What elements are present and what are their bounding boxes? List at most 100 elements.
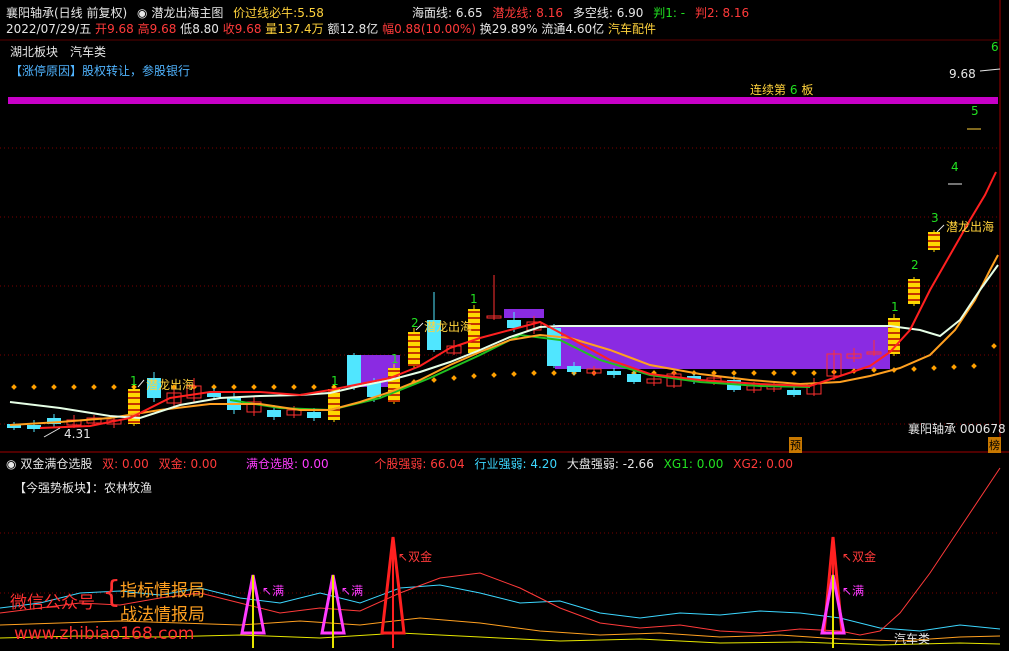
support-dot <box>971 363 977 369</box>
board-count: 6 <box>991 40 999 54</box>
board-count: 1 <box>331 374 339 388</box>
dragon-arrow-1 <box>137 379 145 388</box>
full-mark: ↖满 <box>262 584 285 598</box>
float-value: 4.60亿 <box>565 22 605 36</box>
consecutive-board-label: 连续第 6 板 <box>750 81 813 98</box>
support-dot <box>471 373 477 379</box>
volume-value: 137.4万 <box>277 22 324 36</box>
high-value: 9.68 <box>149 22 177 36</box>
support-dot <box>991 343 997 349</box>
region-block[interactable]: 湖北板块 <box>10 43 58 60</box>
support-dot <box>231 384 237 390</box>
limit-band <box>8 97 998 104</box>
support-dot <box>751 370 757 376</box>
sea-line-label: 海面线: <box>412 6 453 20</box>
board-count: 1 <box>470 292 478 306</box>
close-label: 收 <box>222 22 235 36</box>
support-dot <box>91 384 97 390</box>
price-break-value: 5.58 <box>297 6 324 20</box>
support-dot <box>491 372 497 378</box>
support-dot <box>531 370 537 376</box>
open-value: 9.68 <box>107 22 134 36</box>
full-label: 满仓选股: <box>246 457 299 471</box>
support-dot <box>951 364 957 370</box>
limit-up-candle <box>408 332 420 366</box>
indicator-values-row: 海面线: 6.65 潜龙线: 8.16 多空线: 6.90 判1: - 判2: … <box>412 4 749 21</box>
indicator-name[interactable]: 潜龙出海主图 <box>151 6 223 20</box>
dual-gold-label: 双金: <box>158 457 187 471</box>
stock-strength-label: 个股强弱: <box>374 457 427 471</box>
wm-brace: { <box>102 575 122 610</box>
close-value: 9.68 <box>234 22 262 36</box>
full-value: 0.00 <box>301 457 329 471</box>
change-label: 幅 <box>382 22 395 36</box>
strong-sector: 【今强势板块】：农林牧渔 <box>14 481 153 495</box>
gold-mark-text: 双金 <box>408 550 433 564</box>
full-mark: ↖满 <box>341 584 364 598</box>
sector-block[interactable]: 汽车类 <box>70 43 106 60</box>
support-dot <box>51 384 57 390</box>
sea-line-value: 6.65 <box>455 6 483 20</box>
market-strength-value: -2.66 <box>622 457 654 471</box>
down-candle <box>607 371 621 375</box>
full-mark-text: 满 <box>351 584 364 598</box>
board-count: 2 <box>911 258 919 272</box>
support-dot <box>71 384 77 390</box>
support-dot <box>551 370 557 376</box>
volume-label: 量 <box>265 22 278 36</box>
limit-reason: 【涨停原因】股权转让，参股银行 <box>10 64 191 78</box>
support-dot <box>11 384 17 390</box>
sub-header: ◉ 双金满仓选股 双: 0.00 双金: 0.00 <box>6 455 217 472</box>
xg2-value: 0.00 <box>766 457 793 471</box>
stock-name-code: 襄阳轴承 000678 <box>908 422 1006 436</box>
stock-title[interactable]: 襄阳轴承(日线 前复权) <box>6 6 127 20</box>
full-mark: ↖满 <box>842 584 865 598</box>
turnover-label: 换 <box>479 22 492 36</box>
dual-value: 0.00 <box>122 457 149 471</box>
judge1-value: - <box>680 6 686 20</box>
gold-mark: ↖双金 <box>398 550 433 564</box>
support-dot <box>271 384 277 390</box>
board-count: 3 <box>931 211 939 225</box>
wm-site: www.zhibiao168.com <box>14 624 195 644</box>
consecutive-num: 6 <box>789 83 798 97</box>
sub-toggle-icon[interactable]: ◉ <box>6 457 16 471</box>
dragon-label-1: 潜龙出海 <box>146 378 195 392</box>
consecutive-prefix: 连续第 <box>750 83 787 97</box>
support-dot <box>31 384 37 390</box>
low-arrow <box>43 427 61 438</box>
pre-badge[interactable]: 预 <box>789 437 802 453</box>
industry-strength-value: 4.20 <box>530 457 558 471</box>
dragon-line-label: 潜龙线: <box>492 6 533 20</box>
price-tag: 9.68 <box>949 67 976 81</box>
wm-wechat: 微信公众号 <box>10 593 95 613</box>
bullbear-label: 多空线: <box>572 6 613 20</box>
down-candle <box>307 412 321 418</box>
consecutive-suffix: 板 <box>801 83 814 97</box>
down-candle <box>267 410 281 417</box>
support-dot <box>291 384 297 390</box>
support-dot <box>511 371 517 377</box>
low-label: 低 <box>180 22 193 36</box>
sub-title[interactable]: 双金满仓选股 <box>20 457 92 471</box>
xg1-label: XG1: <box>663 457 693 471</box>
support-dot <box>771 370 777 376</box>
dragon-line-value: 8.16 <box>536 6 564 20</box>
dragon-label-3: 潜龙出海 <box>946 220 995 234</box>
indicator-toggle-icon[interactable]: ◉ <box>137 6 147 20</box>
board-count: 1 <box>391 352 399 366</box>
rank-badge[interactable]: 榜 <box>988 437 1001 453</box>
support-dot <box>111 384 117 390</box>
low-value: 8.80 <box>192 22 219 36</box>
board-count: 2 <box>411 316 419 330</box>
support-dot <box>731 370 737 376</box>
title-row: 襄阳轴承(日线 前复权) ◉ 潜龙出海主图 价过线必牛:5.58 <box>6 4 324 21</box>
price-tag-arrow <box>979 68 1001 72</box>
support-dot <box>791 370 797 376</box>
bullbear-value: 6.90 <box>616 6 644 20</box>
open-label: 开 <box>95 22 108 36</box>
xg2-label: XG2: <box>733 457 763 471</box>
judge1-label: 判1: <box>653 6 677 20</box>
quote-date: 2022/07/29/五 <box>6 22 92 36</box>
down-candle <box>787 390 801 395</box>
